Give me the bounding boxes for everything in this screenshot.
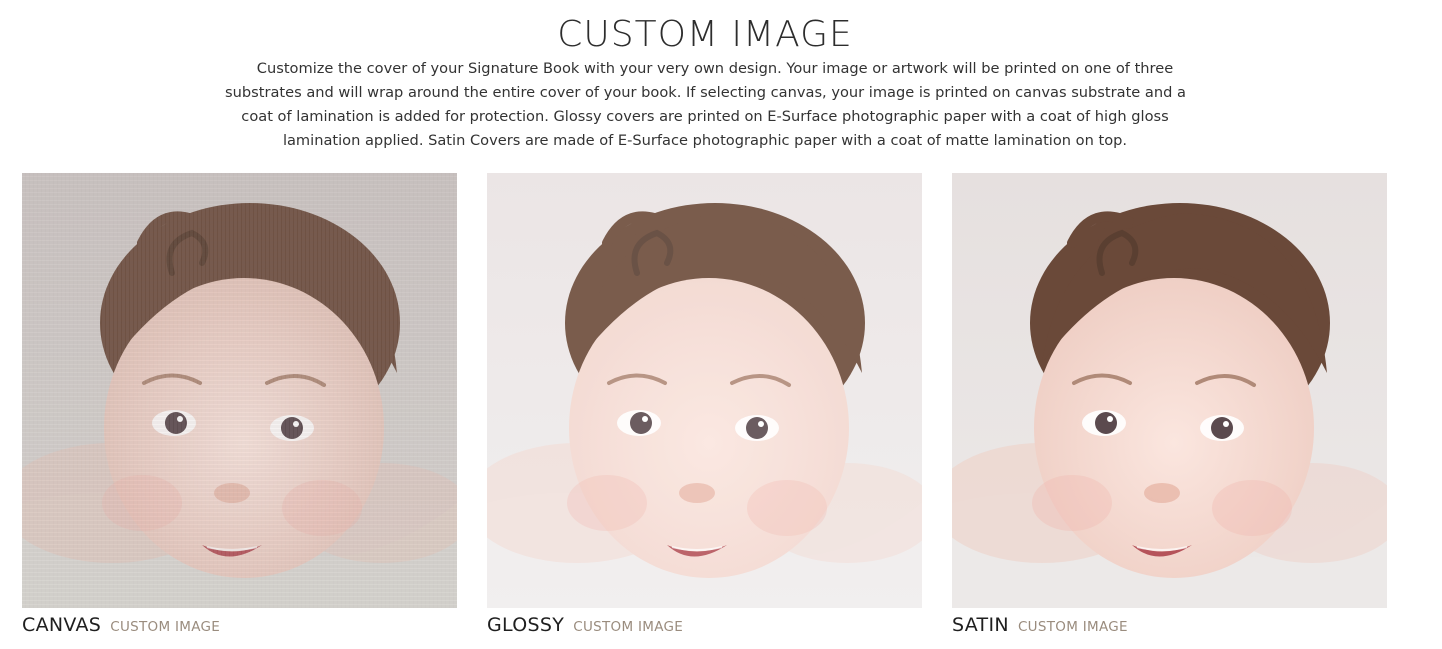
option-caption: SATIN CUSTOM IMAGE: [952, 612, 1387, 638]
baby-portrait-image: [487, 173, 922, 608]
baby-portrait-image: [952, 173, 1387, 608]
option-card-satin[interactable]: SATIN CUSTOM IMAGE: [952, 173, 1387, 638]
option-name: SATIN: [952, 614, 1009, 636]
option-subtitle: CUSTOM IMAGE: [573, 619, 684, 635]
baby-photo-satin[interactable]: [952, 173, 1387, 608]
description-line: substrates and will wrap around the enti…: [225, 84, 1186, 101]
option-name: CANVAS: [22, 614, 102, 636]
custom-image-page: CUSTOM IMAGE Customize the cover of your…: [0, 0, 1442, 649]
description: Customize the cover of your Signature Bo…: [225, 57, 1186, 153]
option-name: GLOSSY: [487, 614, 565, 636]
option-subtitle: CUSTOM IMAGE: [110, 619, 221, 635]
description-line: Customize the cover of your Signature Bo…: [256, 60, 1174, 77]
baby-photo-glossy[interactable]: [487, 173, 922, 608]
baby-portrait-image: [22, 173, 457, 608]
description-line: lamination applied. Satin Covers are mad…: [282, 132, 1128, 149]
page-title: CUSTOM IMAGE: [557, 14, 853, 55]
option-subtitle: CUSTOM IMAGE: [1017, 619, 1128, 635]
option-card-canvas[interactable]: CANVAS CUSTOM IMAGE: [22, 173, 457, 638]
option-card-glossy[interactable]: GLOSSY CUSTOM IMAGE: [487, 173, 922, 638]
option-caption: CANVAS CUSTOM IMAGE: [22, 612, 457, 638]
option-caption: GLOSSY CUSTOM IMAGE: [487, 612, 922, 638]
description-line: coat of lamination is added for protecti…: [241, 108, 1169, 125]
baby-photo-canvas[interactable]: [22, 173, 457, 608]
